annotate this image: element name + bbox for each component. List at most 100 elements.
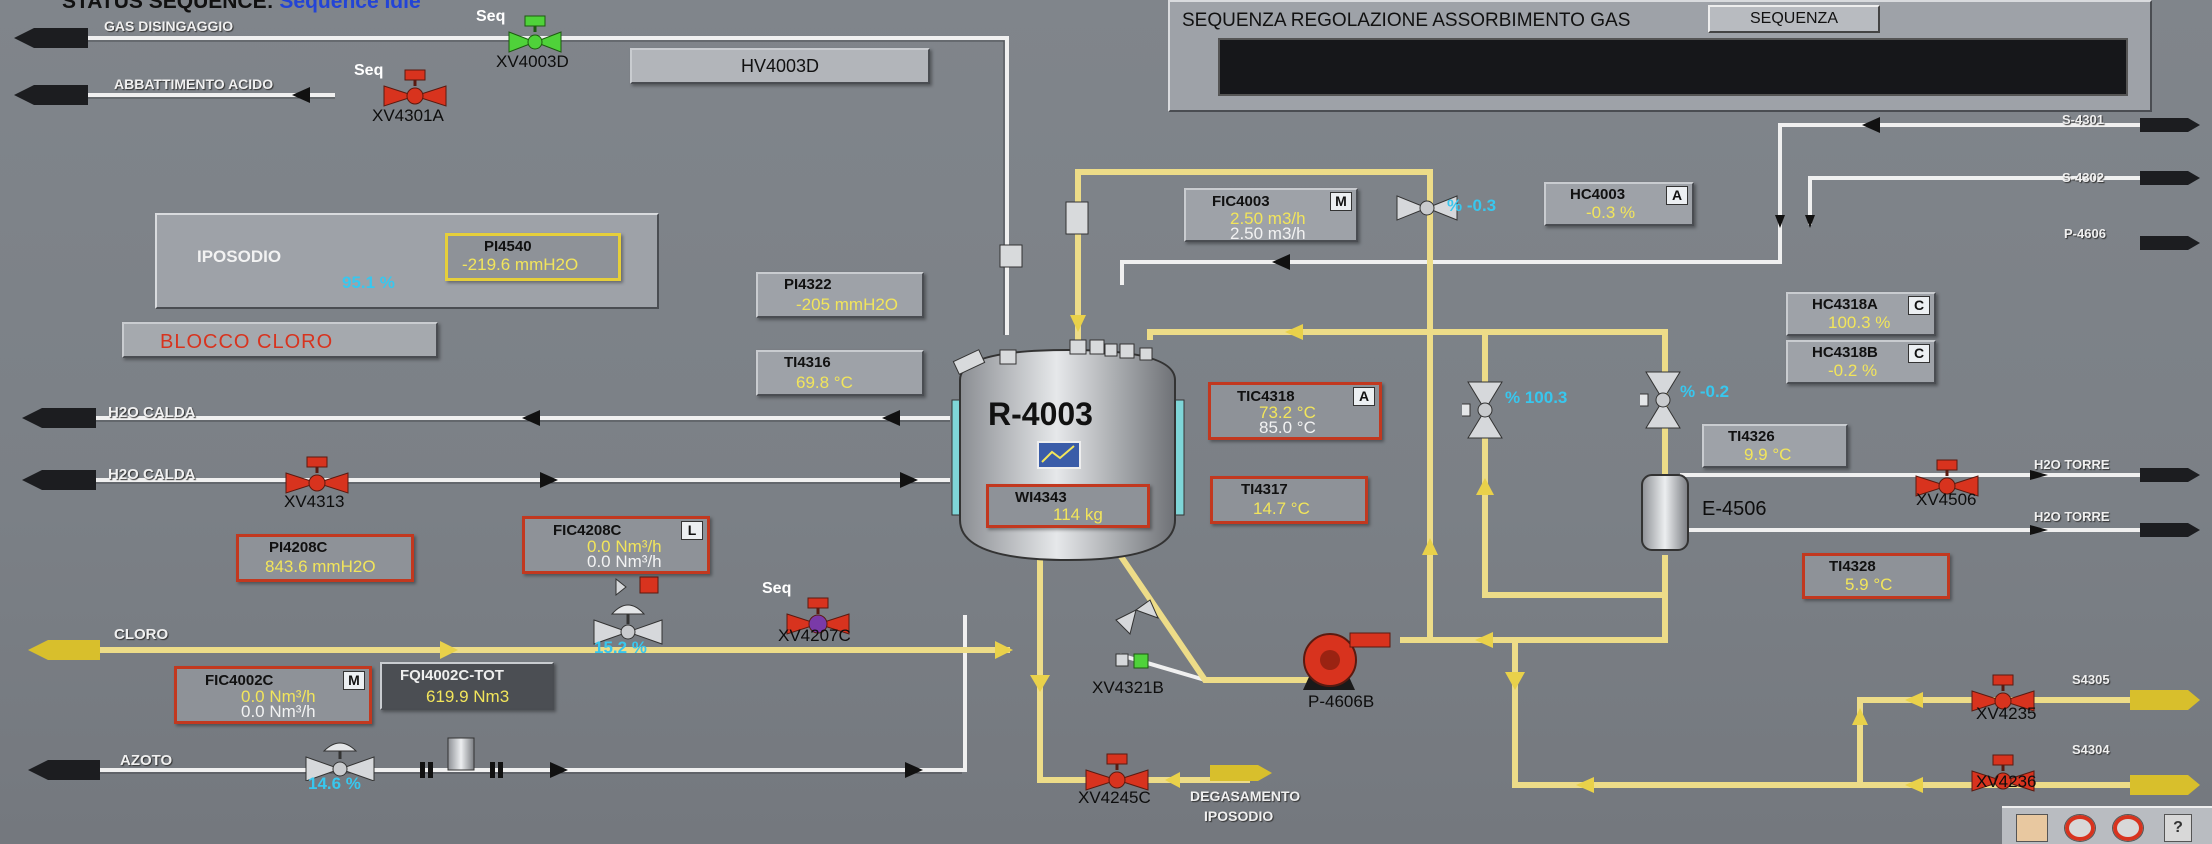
seq-label-xv4207c: Seq — [762, 580, 792, 597]
help-icon[interactable]: ? — [2164, 814, 2192, 842]
valve-icon[interactable] — [282, 455, 352, 497]
pi4208c-faceplate[interactable]: PI4208C 843.6 mmH2O — [236, 534, 414, 582]
line-iposodio: IPOSODIO — [1204, 808, 1274, 824]
hc4318a-tag: HC4318A — [1812, 296, 1878, 313]
fic4003-tag: FIC4003 — [1212, 193, 1270, 210]
hc4318b-mode[interactable]: C — [1908, 344, 1930, 363]
tic4318-sp: 85.0 °C — [1259, 418, 1316, 437]
fic4002c-faceplate[interactable]: FIC4002C M 0.0 Nm³/h 0.0 Nm³/h — [174, 666, 372, 724]
pi4322-tag: PI4322 — [784, 276, 832, 293]
sequence-title: SEQUENZA REGOLAZIONE ASSORBIMENTO GAS — [1182, 10, 1631, 31]
ti4328-faceplate[interactable]: TI4328 5.9 °C — [1802, 553, 1950, 599]
pi4322-faceplate[interactable]: PI4322 -205 mmH2O — [756, 272, 924, 318]
ti4316-value: 69.8 °C — [796, 373, 853, 392]
reactor-name: R-4003 — [988, 396, 1093, 432]
fic4002c-output-pct: 14.6 % — [308, 774, 361, 793]
solenoid-icon[interactable] — [612, 575, 662, 601]
line-abbattimento-acido: ABBATTIMENTO ACIDO — [114, 76, 274, 92]
hc4318b-faceplate[interactable]: HC4318B C -0.2 % — [1786, 340, 1936, 384]
wi4343-tag: WI4343 — [1015, 489, 1067, 506]
ti4316-faceplate[interactable]: TI4316 69.8 °C — [756, 350, 924, 396]
ti4326-faceplate[interactable]: TI4326 9.9 °C — [1702, 424, 1848, 468]
sequence-display — [1218, 38, 2128, 96]
fic4002c-sp: 0.0 Nm³/h — [241, 702, 316, 721]
wi4343-faceplate[interactable]: WI4343 114 kg — [986, 484, 1150, 528]
fic4208c-sp: 0.0 Nm³/h — [587, 552, 662, 571]
line-cloro: CLORO — [114, 626, 169, 643]
ti4328-tag: TI4328 — [1829, 558, 1876, 575]
status-prefix: STATUS SEQUENCE: — [62, 0, 274, 13]
fic4003-mode[interactable]: M — [1330, 192, 1352, 211]
sequence-button[interactable]: SEQUENZA — [1708, 5, 1880, 33]
status-value: Sequence Idle — [279, 0, 421, 13]
line-h2o-calda-2: H2O CALDA — [108, 466, 196, 483]
line-azoto: AZOTO — [120, 752, 173, 769]
line-s4302: S-4302 — [2062, 170, 2104, 185]
hc4318b-value: -0.2 % — [1828, 361, 1878, 380]
fqi4002c-tag: FQI4002C-TOT — [400, 667, 504, 684]
footer-toolbar: ? — [2002, 806, 2212, 844]
fic4208c-mode[interactable]: L — [681, 521, 703, 540]
valve-xv4003d-label: XV4003D — [496, 52, 569, 71]
ti4317-tag: TI4317 — [1241, 481, 1288, 498]
line-degasamento: DEGASAMENTO — [1190, 788, 1301, 804]
pi4540-faceplate[interactable]: PI4540 -219.6 mmH2O — [445, 233, 621, 281]
valve-xv4506-label: XV4506 — [1916, 490, 1977, 509]
hc4003-tag: HC4003 — [1570, 186, 1626, 203]
fqi4002c-faceplate[interactable]: FQI4002C-TOT 619.9 Nm3 — [380, 662, 554, 710]
fic4208c-output-pct: 15.2 % — [594, 638, 647, 657]
fqi4002c-value: 619.9 Nm3 — [426, 687, 510, 706]
hc4318a-value: 100.3 % — [1828, 313, 1891, 332]
iposodio-valve-pct: 95.1 % — [342, 273, 395, 292]
iposodio-label: IPOSODIO — [197, 247, 282, 266]
scada-screen: STATUS SEQUENCE: Sequence Idle SEQUENZA … — [0, 0, 2212, 844]
valve-xv4313-label: XV4313 — [284, 492, 345, 511]
fic4002c-mode[interactable]: M — [343, 671, 365, 690]
pi4208c-value: 843.6 mmH2O — [265, 557, 376, 576]
line-p4606: P-4606 — [2064, 226, 2106, 241]
hv4003d-button[interactable]: HV4003D — [630, 48, 930, 84]
line-gas-disingaggio: GAS DISINGAGGIO — [104, 18, 234, 34]
blocco-cloro-button[interactable]: BLOCCO CLORO — [122, 322, 438, 358]
control-valve-icon[interactable] — [1462, 380, 1508, 440]
pi4540-value: -219.6 mmH2O — [462, 255, 579, 274]
line-s4304: S4304 — [2072, 742, 2110, 757]
line-h2o-calda-1: H2O CALDA — [108, 404, 196, 421]
hc4318a-mode[interactable]: C — [1908, 296, 1930, 315]
status-sequence: STATUS SEQUENCE: Sequence Idle — [62, 0, 421, 14]
iposodio-panel: IPOSODIO 95.1 % PI4540 -219.6 mmH2O — [155, 213, 659, 309]
pi4322-value: -205 mmH2O — [796, 295, 899, 314]
line-h2o-torre-1: H2O TORRE — [2034, 457, 2110, 472]
fic4208c-faceplate[interactable]: FIC4208C L 0.0 Nm³/h 0.0 Nm³/h — [522, 516, 710, 574]
alarm-stop-icon[interactable] — [2112, 814, 2144, 842]
seq-label-xv4003d: Seq — [476, 8, 506, 25]
hc4318a-faceplate[interactable]: HC4318A C 100.3 % — [1786, 292, 1936, 336]
alarm-silence-icon[interactable] — [2064, 814, 2096, 842]
ti4328-value: 5.9 °C — [1845, 575, 1893, 594]
ti4317-value: 14.7 °C — [1253, 499, 1310, 518]
pi4540-tag: PI4540 — [484, 238, 532, 255]
valve-icon[interactable] — [380, 68, 450, 110]
fic4003-output-pct: % -0.3 — [1447, 196, 1497, 215]
fic4003-faceplate[interactable]: FIC4003 M 2.50 m3/h 2.50 m3/h — [1184, 188, 1358, 242]
line-h2o-torre-2: H2O TORRE — [2034, 509, 2110, 524]
hc4003-faceplate[interactable]: HC4003 A -0.3 % — [1544, 182, 1694, 226]
wi4343-value: 114 kg — [1053, 505, 1103, 524]
fic4003-sp: 2.50 m3/h — [1230, 224, 1306, 243]
ti4317-faceplate[interactable]: TI4317 14.7 °C — [1210, 476, 1368, 524]
sequence-panel: SEQUENZA REGOLAZIONE ASSORBIMENTO GAS SE… — [1168, 0, 2152, 112]
pump-label: P-4606B — [1308, 692, 1375, 711]
valve-xv4245c-label: XV4245C — [1078, 788, 1151, 807]
line-s4305: S4305 — [2072, 672, 2110, 687]
valve-xv4207c-label: XV4207C — [778, 626, 851, 645]
hc4003-mode[interactable]: A — [1666, 186, 1688, 205]
tic4318-mode[interactable]: A — [1353, 387, 1375, 406]
control-valve-icon[interactable] — [1108, 598, 1168, 678]
hc4318b-tag: HC4318B — [1812, 344, 1878, 361]
valve-xv4321b-label: XV4321B — [1092, 678, 1164, 697]
valve-xv4236-label: XV4236 — [1976, 772, 2037, 791]
ack-icon[interactable] — [2016, 814, 2048, 842]
tic4318-faceplate[interactable]: TIC4318 A 73.2 °C 85.0 °C — [1208, 382, 1382, 440]
seq-label-xv4301a: Seq — [354, 62, 384, 79]
valve-icon[interactable] — [505, 14, 565, 54]
